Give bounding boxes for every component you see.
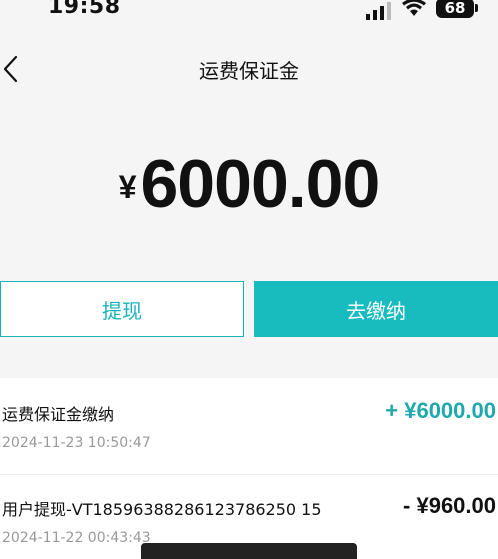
record-amount: + ¥6000.00 [385,398,496,423]
status-time: 19:58 [48,0,121,19]
record-amount: - ¥960.00 [403,493,496,518]
record-list: 运费保证金缴纳 2024-11-23 10:50:47 + ¥6000.00 用… [0,378,498,559]
record-time: 2024-11-23 10:50:47 [2,435,151,451]
withdraw-button[interactable]: 提现 [0,281,244,337]
home-indicator [141,543,357,559]
pay-button[interactable]: 去缴纳 [254,281,498,337]
signal-icon [366,2,391,20]
battery-icon: 68 [436,0,478,18]
status-bar: 19:58 68 [0,0,498,22]
balance-display: ¥ 6000.00 [0,146,498,222]
record-item[interactable]: 运费保证金缴纳 2024-11-23 10:50:47 + ¥6000.00 [0,378,498,474]
record-title: 运费保证金缴纳 [2,405,115,424]
currency-symbol: ¥ [118,169,137,205]
record-title: 用户提现-VT18596388286123786250 15 [2,500,322,519]
wifi-icon [402,0,426,16]
balance-amount: 6000.00 [140,146,380,222]
record-time: 2024-11-22 00:43:43 [2,530,151,546]
page-title: 运费保证金 [199,59,299,83]
